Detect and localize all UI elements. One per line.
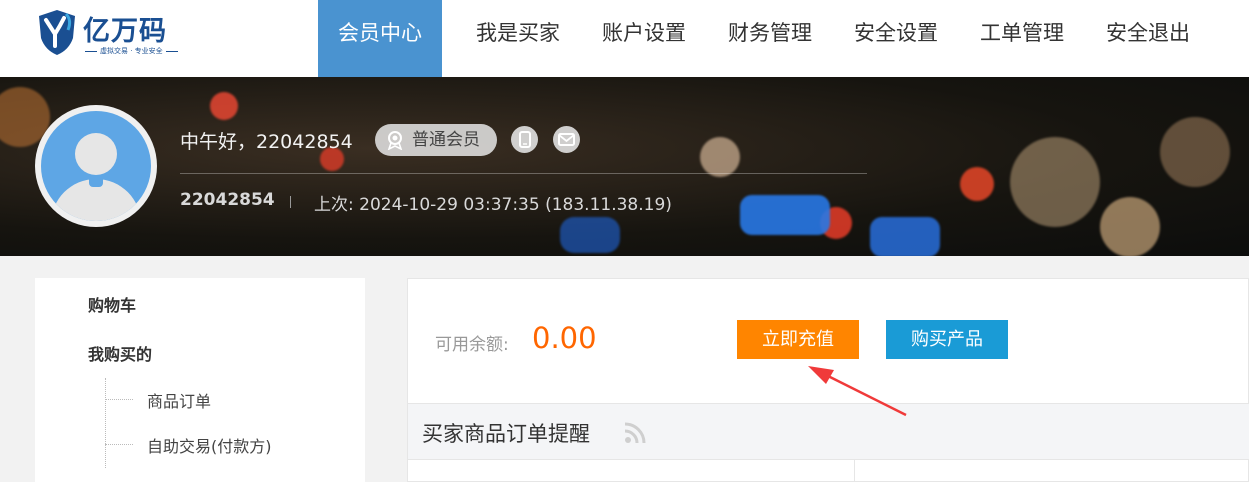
bokeh-light — [210, 92, 238, 120]
member-level-label: 普通会员 — [412, 130, 480, 150]
mail-verify-button[interactable] — [553, 126, 580, 153]
top-header: 亿万码 虚拟交易 · 专业安全 会员中心 我是买家 账户设置 财务管理 安全设置… — [0, 0, 1249, 77]
avatar-head — [75, 133, 117, 175]
brand-name: 亿万码 — [83, 16, 167, 47]
order-reminder-header: 买家商品订单提醒 — [408, 403, 1249, 460]
avatar-collar — [89, 179, 103, 187]
site-logo[interactable]: 亿万码 虚拟交易 · 专业安全 — [36, 6, 186, 61]
phone-verify-button[interactable] — [511, 126, 538, 153]
bokeh-light — [960, 167, 994, 201]
bokeh-light — [1010, 137, 1100, 227]
bokeh-light — [1100, 197, 1160, 256]
nav-account-settings[interactable]: 账户设置 — [581, 0, 707, 77]
tree-branch — [105, 399, 133, 400]
balance-value: 0.00 — [532, 321, 597, 355]
last-login-info: 上次: 2024-10-29 03:37:35 (183.11.38.19) — [314, 195, 672, 215]
profile-banner: 中午好，22042854 普通会员 22042854 上次: 2024-10-2… — [0, 77, 1249, 256]
phone-icon — [519, 131, 531, 148]
avatar-image — [41, 111, 151, 221]
recharge-button[interactable]: 立即充值 — [737, 320, 859, 359]
account-panel: 可用余额: 0.00 立即充值 购买产品 买家商品订单提醒 — [407, 278, 1249, 482]
nav-member-center[interactable]: 会员中心 — [318, 0, 442, 77]
buy-product-button[interactable]: 购买产品 — [886, 320, 1008, 359]
sidebar-item-my-purchases[interactable]: 我购买的 — [88, 341, 152, 365]
user-id: 22042854 — [180, 190, 275, 210]
nav-logout[interactable]: 安全退出 — [1085, 0, 1211, 77]
info-separator — [290, 196, 291, 208]
sidebar-item-product-orders[interactable]: 商品订单 — [147, 388, 211, 412]
bokeh-light — [1160, 117, 1230, 187]
bokeh-light — [870, 217, 940, 256]
nav-buyer[interactable]: 我是买家 — [442, 0, 581, 77]
rss-icon — [624, 422, 646, 444]
nav-tickets[interactable]: 工单管理 — [959, 0, 1085, 77]
tree-branch — [105, 444, 133, 445]
shield-y-logo-icon — [39, 10, 75, 55]
bokeh-light — [740, 195, 830, 235]
sidebar-menu: 购物车 我购买的 商品订单 自助交易(付款方) — [35, 278, 365, 482]
mail-icon — [558, 133, 575, 146]
nav-finance[interactable]: 财务管理 — [707, 0, 833, 77]
bokeh-light — [700, 137, 740, 177]
column-divider — [854, 460, 855, 482]
medal-icon — [387, 131, 403, 150]
tree-line — [105, 378, 106, 468]
sidebar-item-self-trade[interactable]: 自助交易(付款方) — [147, 433, 272, 457]
nav-security[interactable]: 安全设置 — [833, 0, 959, 77]
member-level-badge[interactable]: 普通会员 — [375, 124, 497, 156]
balance-label: 可用余额: — [435, 335, 509, 355]
sidebar-item-cart[interactable]: 购物车 — [88, 292, 136, 316]
profile-divider — [180, 173, 867, 174]
greeting-text: 中午好，22042854 — [180, 131, 353, 153]
main-nav: 会员中心 我是买家 账户设置 财务管理 安全设置 工单管理 安全退出 — [318, 0, 1211, 77]
brand-slogan: 虚拟交易 · 专业安全 — [82, 46, 181, 56]
section-title: 买家商品订单提醒 — [422, 422, 590, 446]
bokeh-light — [560, 217, 620, 253]
avatar[interactable] — [35, 105, 157, 227]
